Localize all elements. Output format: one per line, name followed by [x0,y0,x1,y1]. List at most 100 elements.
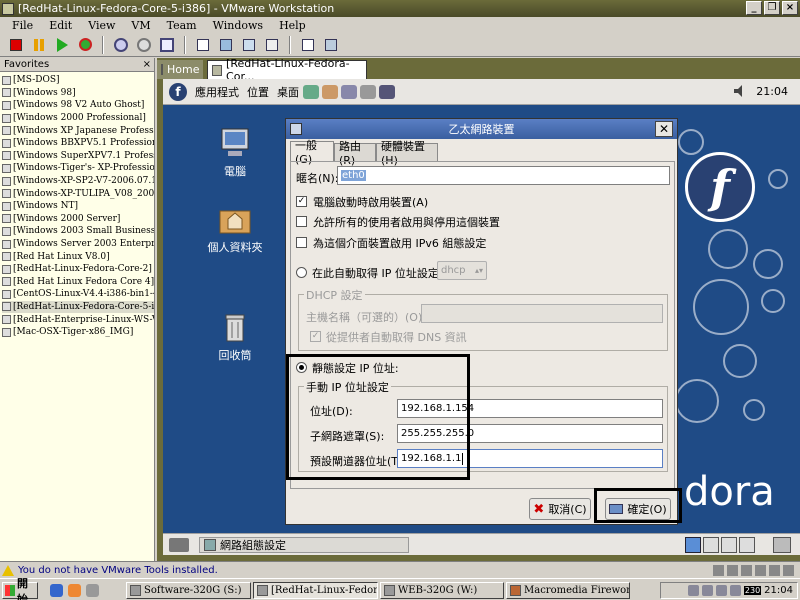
sidebar-toggle-button[interactable] [193,35,213,55]
menu-team[interactable]: Team [159,19,205,32]
favorite-item[interactable]: [Windows-Tiger's- XP-Professional- [2,162,154,175]
desktop-trash[interactable]: 回收筒 [200,311,270,363]
favorite-item[interactable]: [Windows Server 2003 Enterprise E [2,238,154,251]
tray-security-icon[interactable] [715,585,727,596]
tab-route[interactable]: 路由(R) [334,140,376,167]
favorite-item[interactable]: [Windows NT] [2,200,154,213]
power-off-button[interactable] [6,35,26,55]
usb-status-icon[interactable] [769,565,780,576]
tray-volume-icon[interactable] [701,585,713,596]
menu-help[interactable]: Help [271,19,314,32]
menu-windows[interactable]: Windows [205,19,271,32]
show-desktop-icon[interactable] [169,538,189,552]
firefox-quicklaunch-icon[interactable] [68,584,81,597]
tab-general[interactable]: 一般(G) [290,139,334,166]
auto-dns-checkbox[interactable]: ✓ [310,331,321,342]
close-button[interactable]: × [782,1,798,15]
favorite-item[interactable]: [Windows 2000 Server] [2,213,154,226]
taskbar-network-config[interactable]: 網路組態設定 [199,537,409,553]
auto-ip-radio[interactable] [296,267,307,278]
desktop-home[interactable]: 個人資料夾 [200,203,270,255]
favorite-item[interactable]: [Windows 98 V2 Auto Ghost] [2,99,154,112]
workspace-3-icon[interactable] [721,537,737,553]
ie-quicklaunch-icon[interactable] [50,584,63,597]
tab-vm[interactable]: [RedHat-Linux-Fedora-Cor... [207,57,367,83]
mail-launcher-icon[interactable] [322,84,338,99]
nickname-input[interactable]: eth0 [337,166,670,185]
hostname-input[interactable] [421,304,663,323]
favorite-item[interactable]: [RedHat-Linux-Fedora-Core-2] [2,263,154,276]
desktop-quicklaunch-icon[interactable] [86,584,99,597]
revert-button[interactable] [134,35,154,55]
tab-home[interactable]: Home [157,60,203,79]
favorite-item[interactable]: [Windows 2003 Small Business Serv [2,225,154,238]
network-status-icon[interactable] [755,565,766,576]
workspace-2-icon[interactable] [703,537,719,553]
menu-view[interactable]: View [80,19,123,32]
browser-launcher-icon[interactable] [303,84,319,99]
menu-file[interactable]: File [0,19,41,32]
menu-places[interactable]: 位置 [243,84,273,100]
fedora-menu-icon[interactable]: f [169,82,187,101]
writer-launcher-icon[interactable] [341,84,357,99]
allow-users-checkbox[interactable] [296,216,307,227]
tray-im-icon[interactable] [729,585,741,596]
hdd-status-icon[interactable] [713,565,724,576]
favorite-item-selected[interactable]: [RedHat-Linux-Fedora-Core-5-i386 [2,300,154,314]
favorite-item[interactable]: [CentOS-Linux-V4.4-i386-bin1-4] [2,288,154,301]
terminal-launcher-icon[interactable] [379,84,395,99]
status-message[interactable]: You do not have VMware Tools installed. [18,565,218,576]
sound-status-icon[interactable] [783,565,794,576]
favorite-item[interactable]: [Windows-XP-TULIPA_V08_2006. [2,187,154,200]
favorite-item[interactable]: [Windows-XP-SP2-V7-2006.07.14_ [2,175,154,188]
gnome-clock[interactable]: 21:04 [756,85,788,98]
activate-on-boot-checkbox[interactable]: ✓ [296,196,307,207]
suspend-button[interactable] [29,35,49,55]
favorite-item[interactable]: [Mac-OSX-Tiger-x86_IMG] [2,326,154,339]
workspace-4-icon[interactable] [739,537,755,553]
restore-button[interactable]: ❐ [764,1,780,15]
snapshot-button[interactable] [111,35,131,55]
close-favorites-icon[interactable]: × [143,58,151,72]
task-vmware[interactable]: [RedHat-Linux-Fedora-C... [253,582,378,599]
tab-hardware[interactable]: 硬體裝置(H) [376,140,438,167]
favorite-item[interactable]: [Red Hat Linux V8.0] [2,250,154,263]
menu-desktop[interactable]: 桌面 [273,84,303,100]
volume-icon[interactable] [734,85,748,97]
floppy-status-icon[interactable] [741,565,752,576]
dialog-close-button[interactable]: ✕ [655,121,673,137]
minimize-button[interactable]: _ [746,1,762,15]
snapshot-manager-button[interactable] [157,35,177,55]
desktop-computer[interactable]: 電腦 [200,127,270,179]
favorite-item[interactable]: [Windows SuperXPV7.1 Profession [2,150,154,163]
menu-edit[interactable]: Edit [41,19,80,32]
favorite-item[interactable]: [RedHat-Enterprise-Linux-WS-V4.0 [2,313,154,326]
reset-button[interactable] [75,35,95,55]
cdrom-status-icon[interactable] [727,565,738,576]
tray-network-icon[interactable] [687,585,699,596]
trash-applet-icon[interactable] [773,537,791,553]
tray-badge[interactable]: 230 [743,586,762,595]
full-screen-button[interactable] [216,35,236,55]
summary-button[interactable] [262,35,282,55]
favorite-item[interactable]: [Windows XP Japanese Professional [2,124,154,137]
impress-launcher-icon[interactable] [360,84,376,99]
console-view-button[interactable] [298,35,318,55]
favorite-item[interactable]: [Windows 2000 Professional] [2,112,154,125]
cancel-button[interactable]: ✖ 取消(C) [529,498,591,520]
task-web-drive[interactable]: WEB-320G (W:) [380,582,504,599]
auto-method-select[interactable]: dhcp ▴▾ [437,261,487,280]
workspace-1-icon[interactable] [685,537,701,553]
favorite-item[interactable]: [Windows BBXPV5.1 Professional] [2,137,154,150]
favorite-item[interactable]: [Red Hat Linux Fedora Core 4] [2,276,154,289]
fit-window-button[interactable] [321,35,341,55]
start-button[interactable]: 開始 [2,577,38,600]
power-on-button[interactable] [52,35,72,55]
menu-applications[interactable]: 應用程式 [191,84,243,100]
favorite-item[interactable]: [MS-DOS] [2,74,154,87]
enable-ipv6-checkbox[interactable] [296,237,307,248]
menu-vm[interactable]: VM [123,19,158,32]
quick-switch-button[interactable] [239,35,259,55]
task-fireworks[interactable]: Macromedia Fireworks M... [506,582,630,599]
tray-clock[interactable]: 21:04 [764,585,793,596]
